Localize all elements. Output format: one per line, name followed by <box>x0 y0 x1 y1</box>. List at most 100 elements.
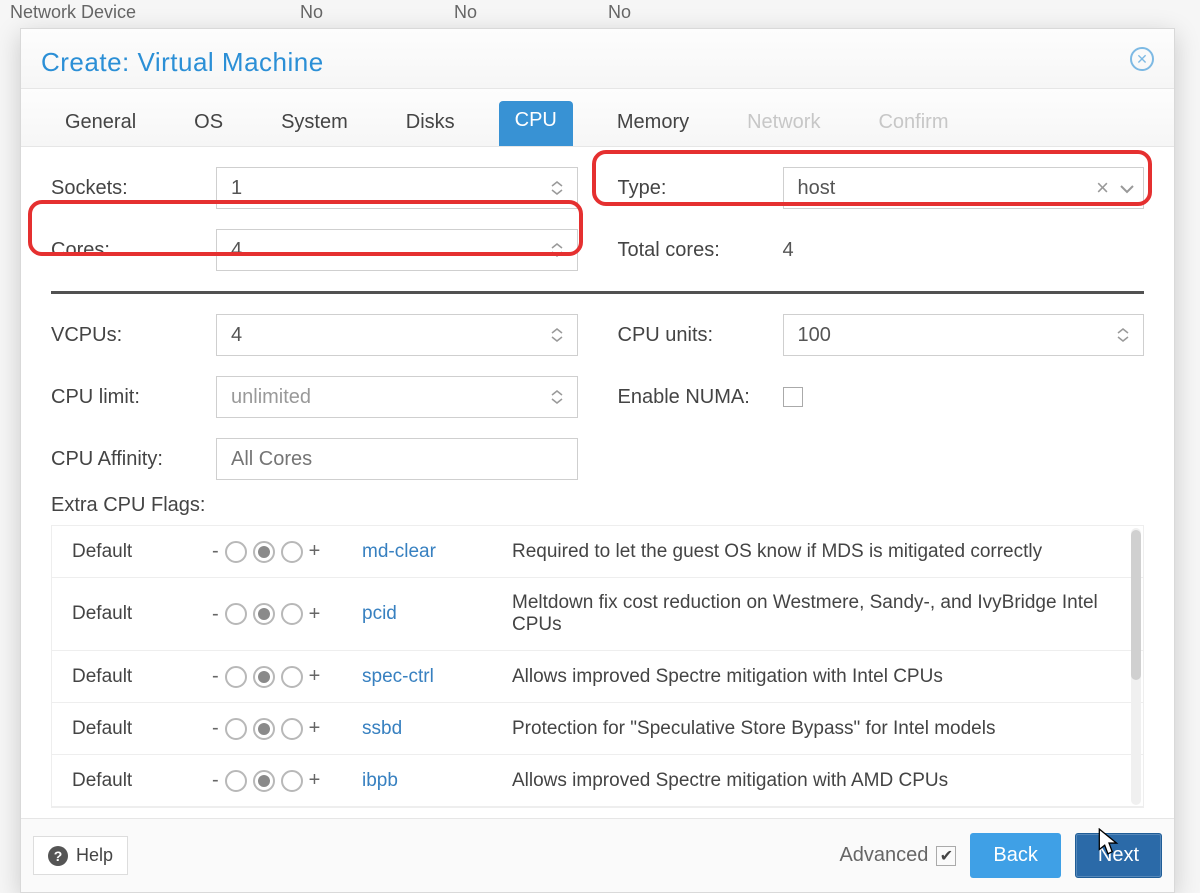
help-label: Help <box>76 845 113 866</box>
flag-row: Default-+spec-ctrlAllows improved Spectr… <box>52 651 1143 703</box>
tristate-off[interactable] <box>225 603 247 625</box>
spinner-icon[interactable] <box>550 242 569 258</box>
tristate-default[interactable] <box>253 603 275 625</box>
flag-description: Meltdown fix cost reduction on Westmere,… <box>512 592 1123 636</box>
flag-row: Default-+ssbdProtection for "Speculative… <box>52 703 1143 755</box>
row-cores: Cores: <box>51 229 578 271</box>
row-cpu-limit: CPU limit: <box>51 376 578 418</box>
tab-network: Network <box>733 101 834 146</box>
label-total-cores: Total cores: <box>618 239 783 262</box>
row-sockets: Sockets: <box>51 167 578 209</box>
flag-name: md-clear <box>362 541 512 563</box>
flag-tristate[interactable]: -+ <box>212 603 362 626</box>
tristate-off[interactable] <box>225 666 247 688</box>
wizard-tabs: General OS System Disks CPU Memory Netwo… <box>21 89 1174 147</box>
label-cores: Cores: <box>51 239 216 262</box>
plus-icon: + <box>309 665 321 688</box>
cpu-affinity-input[interactable] <box>216 438 578 480</box>
dialog-title: Create: Virtual Machine <box>41 47 324 78</box>
tristate-default[interactable] <box>253 541 275 563</box>
cpu-limit-value[interactable] <box>231 386 550 409</box>
sockets-value[interactable] <box>231 177 550 200</box>
help-button[interactable]: ? Help <box>33 836 128 875</box>
flag-name: pcid <box>362 603 512 625</box>
tristate-on[interactable] <box>281 666 303 688</box>
sockets-input[interactable] <box>216 167 578 209</box>
cpu-units-value[interactable] <box>798 324 1117 347</box>
close-icon[interactable]: ✕ <box>1130 47 1154 71</box>
plus-icon: + <box>309 717 321 740</box>
cores-value[interactable] <box>231 239 550 262</box>
bg-no-1: No <box>300 2 334 23</box>
advanced-toggle[interactable]: Advanced ✔ <box>839 844 956 867</box>
tristate-on[interactable] <box>281 718 303 740</box>
type-value[interactable] <box>798 177 1097 200</box>
minus-icon: - <box>212 540 219 563</box>
bg-no-2: No <box>454 2 488 23</box>
tristate-off[interactable] <box>225 770 247 792</box>
tab-system[interactable]: System <box>267 101 362 146</box>
flag-description: Protection for "Speculative Store Bypass… <box>512 718 1123 740</box>
tristate-default[interactable] <box>253 770 275 792</box>
tristate-on[interactable] <box>281 603 303 625</box>
type-combobox[interactable]: × <box>783 167 1145 209</box>
flag-tristate[interactable]: -+ <box>212 769 362 792</box>
dialog-body: Sockets: Type: × <box>21 147 1174 818</box>
spinner-icon[interactable] <box>550 180 569 196</box>
flag-default-label: Default <box>72 718 212 740</box>
tristate-default[interactable] <box>253 718 275 740</box>
minus-icon: - <box>212 603 219 626</box>
tristate-on[interactable] <box>281 541 303 563</box>
plus-icon: + <box>309 769 321 792</box>
back-button[interactable]: Back <box>970 833 1060 878</box>
flag-row: Default-+ibpbAllows improved Spectre mit… <box>52 755 1143 807</box>
flags-scrollbar[interactable] <box>1131 528 1141 805</box>
row-cpu-affinity: CPU Affinity: <box>51 438 578 480</box>
tab-os[interactable]: OS <box>180 101 237 146</box>
spinner-icon[interactable] <box>1116 327 1135 343</box>
label-cpu-affinity: CPU Affinity: <box>51 448 216 471</box>
tab-memory[interactable]: Memory <box>603 101 703 146</box>
enable-numa-checkbox[interactable] <box>783 387 803 407</box>
next-button[interactable]: Next <box>1075 833 1162 878</box>
vcpus-value[interactable] <box>231 324 550 347</box>
minus-icon: - <box>212 769 219 792</box>
clear-type-icon[interactable]: × <box>1096 175 1109 201</box>
dialog-header: Create: Virtual Machine ✕ <box>21 29 1174 89</box>
label-enable-numa: Enable NUMA: <box>618 386 783 409</box>
tab-disks[interactable]: Disks <box>392 101 469 146</box>
chevron-down-icon[interactable] <box>1119 177 1135 200</box>
help-icon: ? <box>48 846 68 866</box>
cpu-units-input[interactable] <box>783 314 1145 356</box>
tristate-on[interactable] <box>281 770 303 792</box>
flag-tristate[interactable]: -+ <box>212 540 362 563</box>
flag-default-label: Default <box>72 603 212 625</box>
plus-icon: + <box>309 603 321 626</box>
extra-cpu-flags-title: Extra CPU Flags: <box>51 494 1144 517</box>
spinner-icon[interactable] <box>550 327 569 343</box>
cpu-limit-input[interactable] <box>216 376 578 418</box>
tab-cpu[interactable]: CPU <box>499 101 573 146</box>
advanced-checkbox[interactable]: ✔ <box>936 846 956 866</box>
dialog-footer: ? Help Advanced ✔ Back Next <box>21 818 1174 892</box>
row-total-cores: Total cores: 4 <box>618 239 1145 262</box>
flag-name: ssbd <box>362 718 512 740</box>
flag-default-label: Default <box>72 666 212 688</box>
tab-general[interactable]: General <box>51 101 150 146</box>
minus-icon: - <box>212 717 219 740</box>
label-type: Type: <box>618 177 783 200</box>
tristate-off[interactable] <box>225 541 247 563</box>
flag-default-label: Default <box>72 541 212 563</box>
spinner-icon[interactable] <box>550 389 569 405</box>
cores-input[interactable] <box>216 229 578 271</box>
label-vcpus: VCPUs: <box>51 324 216 347</box>
flag-tristate[interactable]: -+ <box>212 717 362 740</box>
flag-tristate[interactable]: -+ <box>212 665 362 688</box>
tristate-default[interactable] <box>253 666 275 688</box>
bg-no-3: No <box>608 2 642 23</box>
create-vm-dialog: Create: Virtual Machine ✕ General OS Sys… <box>20 28 1175 893</box>
tristate-off[interactable] <box>225 718 247 740</box>
label-cpu-units: CPU units: <box>618 324 783 347</box>
vcpus-input[interactable] <box>216 314 578 356</box>
cpu-affinity-value[interactable] <box>231 448 569 471</box>
